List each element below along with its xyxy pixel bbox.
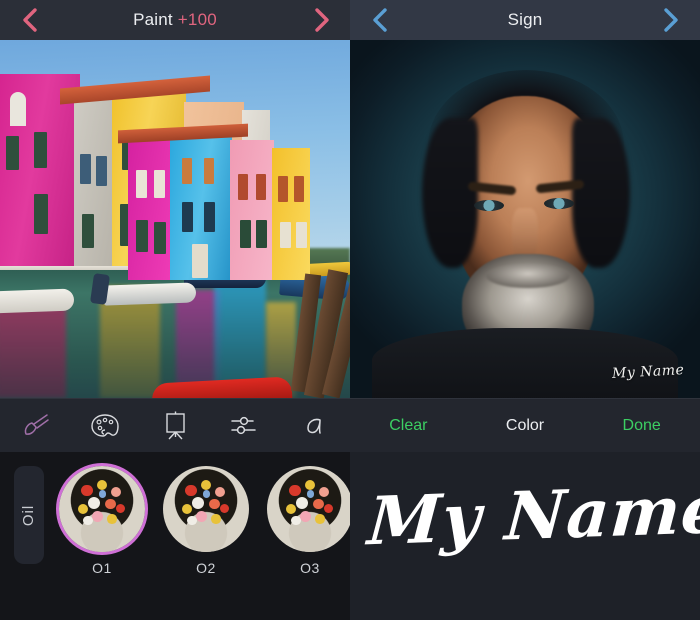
dual-screenshot: Paint +100 Oil O1 O2 O3 Sign My Name Cle… xyxy=(0,0,700,620)
sign-header: Sign xyxy=(350,0,700,40)
mustache xyxy=(486,264,570,288)
preset-item-o1[interactable]: O1 xyxy=(58,466,146,576)
text-icon[interactable] xyxy=(292,406,338,446)
house-cyan xyxy=(170,128,232,280)
chevron-left-icon[interactable] xyxy=(366,7,392,33)
preset-thumbnail[interactable] xyxy=(59,466,145,552)
sign-toolbar: Clear Color Done xyxy=(350,398,700,452)
preset-category-label: Oil xyxy=(20,504,38,526)
paint-title-text: Paint xyxy=(133,10,173,29)
easel-icon[interactable] xyxy=(152,406,198,446)
hair-left xyxy=(422,118,478,268)
color-button[interactable]: Color xyxy=(467,417,584,435)
house-gold xyxy=(272,148,310,280)
preset-label: O1 xyxy=(92,560,112,576)
chevron-left-icon[interactable] xyxy=(16,7,42,33)
eye-right xyxy=(544,198,574,209)
preset-thumbnail[interactable] xyxy=(267,466,353,552)
paint-screen: Paint +100 Oil O1 O2 O3 xyxy=(0,0,353,620)
eye-left xyxy=(474,200,504,211)
preset-item-o2[interactable]: O2 xyxy=(162,466,250,576)
sign-canvas-preview[interactable]: My Name xyxy=(350,40,700,398)
sliders-icon[interactable] xyxy=(222,406,268,446)
paint-toolbar xyxy=(0,398,350,452)
points-badge: +100 xyxy=(177,10,217,29)
paint-canvas-preview[interactable] xyxy=(0,40,350,398)
house-magenta xyxy=(128,130,172,280)
chevron-right-icon[interactable] xyxy=(658,7,684,33)
palette-icon[interactable] xyxy=(82,406,128,446)
preset-thumbnail-list: O1 O2 O3 xyxy=(58,466,354,576)
shirt xyxy=(372,328,678,398)
page-title: Paint +100 xyxy=(133,10,217,30)
preset-item-o3[interactable]: O3 xyxy=(266,466,354,576)
preset-label: O2 xyxy=(196,560,216,576)
preset-tray: Oil O1 O2 O3 xyxy=(0,452,353,620)
preset-category-oil[interactable]: Oil xyxy=(14,466,44,564)
done-button[interactable]: Done xyxy=(583,417,700,435)
preset-label: O3 xyxy=(300,560,320,576)
sign-screen: Sign My Name Clear Color Done My Name xyxy=(350,0,700,620)
clear-button[interactable]: Clear xyxy=(350,417,467,435)
house-pink xyxy=(0,74,80,280)
paint-header: Paint +100 xyxy=(0,0,350,40)
brush-icon[interactable] xyxy=(12,406,58,446)
signature-pad[interactable]: My Name xyxy=(350,452,700,620)
hair-right xyxy=(572,118,630,268)
house-rose xyxy=(230,140,274,280)
house-grey xyxy=(74,94,114,280)
preset-thumbnail[interactable] xyxy=(163,466,249,552)
signature-stroke: My Name xyxy=(365,469,700,561)
boat-white-1 xyxy=(0,288,75,314)
boat-white-2 xyxy=(103,282,197,306)
chevron-right-icon[interactable] xyxy=(308,7,334,33)
page-title: Sign xyxy=(507,10,543,29)
